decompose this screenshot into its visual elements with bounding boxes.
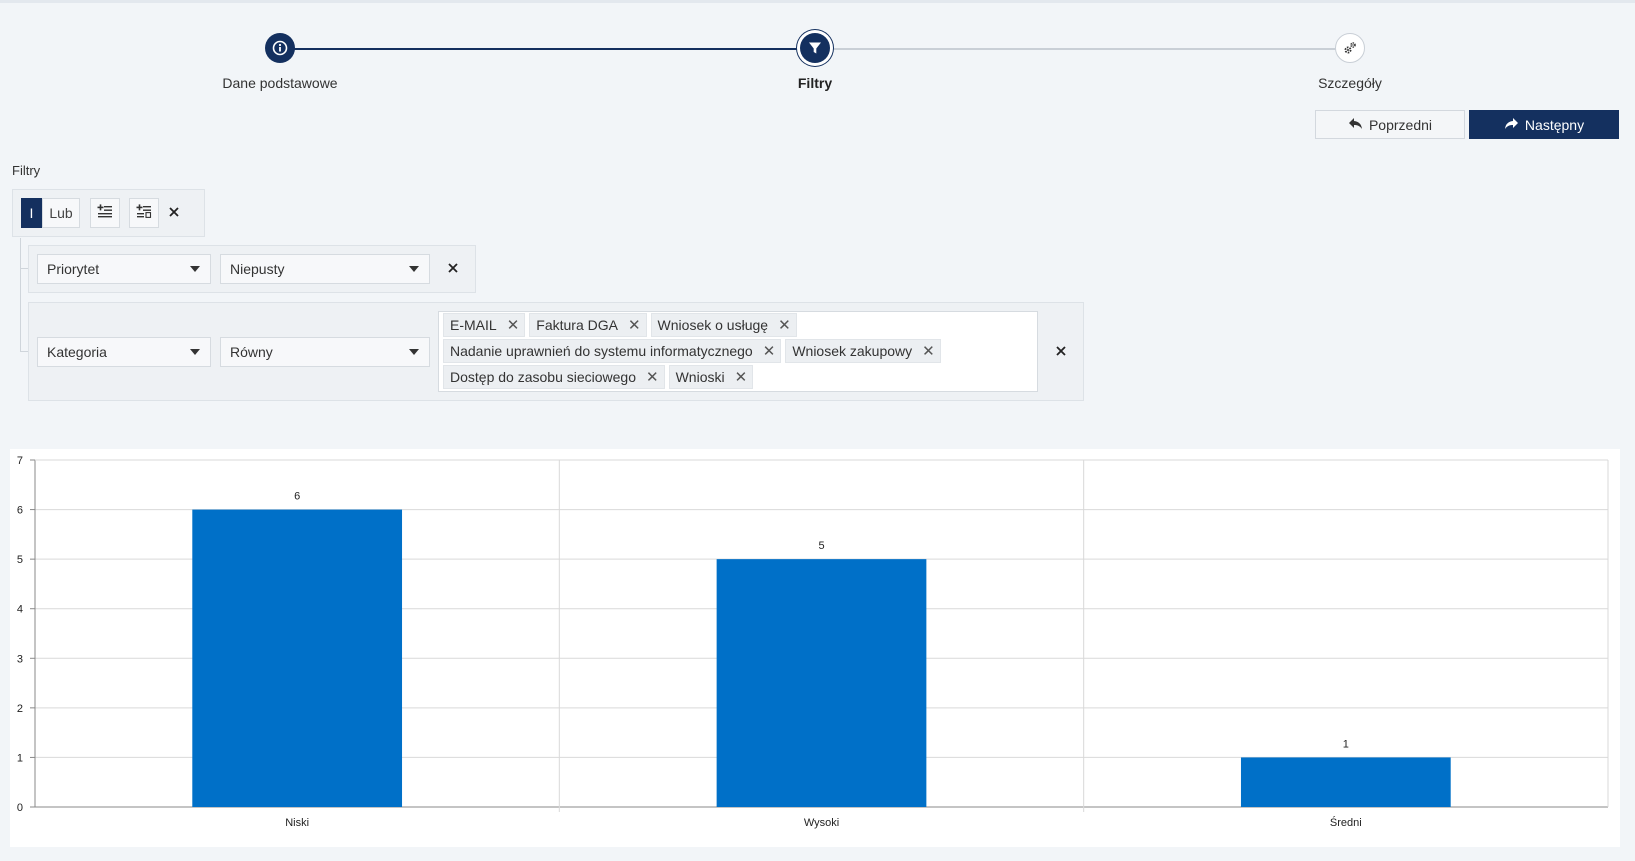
value-tag: E-MAIL ✕ <box>443 313 526 337</box>
y-tick-label: 5 <box>17 554 23 566</box>
bar-data-label: 1 <box>1343 738 1349 750</box>
value-tag-label: Wniosek zakupowy <box>792 343 913 359</box>
step-label: Szczegóły <box>1318 75 1382 91</box>
add-group-icon <box>136 203 152 223</box>
filter-rule-priorytet: Priorytet Niepusty <box>28 245 476 293</box>
filters-section-title: Filtry <box>12 163 41 178</box>
filter-group-toolbar: I Lub <box>12 189 205 237</box>
add-group-button[interactable] <box>129 198 159 228</box>
share-arrow-icon <box>1504 117 1519 133</box>
step-label: Filtry <box>797 75 833 91</box>
delete-group-button[interactable] <box>164 203 184 223</box>
filter-rule-kategoria: Kategoria Równy E-MAIL ✕ Faktura DGA ✕ Wnios… <box>28 302 1084 401</box>
rule-value-multiselect[interactable]: E-MAIL ✕ Faktura DGA ✕ Wniosek o usługę ✕ Nada… <box>438 311 1038 392</box>
delete-rule-button[interactable] <box>443 259 463 279</box>
bar-data-label: 5 <box>818 540 824 552</box>
caret-down-icon <box>190 266 200 272</box>
x-tick-label: Wysoki <box>804 817 839 829</box>
close-icon <box>169 204 179 222</box>
bar-wysoki <box>716 559 927 807</box>
next-button[interactable]: Następny <box>1469 110 1619 139</box>
value-tag-label: Dostęp do zasobu sieciowego <box>450 369 637 385</box>
remove-tag-icon[interactable]: ✕ <box>646 370 659 385</box>
selected-field: Priorytet <box>47 261 100 277</box>
previous-button[interactable]: Poprzedni <box>1315 110 1465 139</box>
and-toggle-button[interactable]: I <box>21 198 42 228</box>
or-toggle-button[interactable]: Lub <box>42 198 80 228</box>
delete-rule-button[interactable] <box>1051 342 1071 362</box>
value-tag-label: Nadanie uprawnień do systemu informatycz… <box>450 343 753 359</box>
close-icon <box>448 260 458 278</box>
step-dane-podstawowe[interactable]: Dane podstawowe <box>160 33 400 91</box>
step-label: Dane podstawowe <box>222 75 338 91</box>
remove-tag-icon[interactable]: ✕ <box>628 318 641 333</box>
value-tag-label: E-MAIL <box>450 317 497 333</box>
caret-down-icon <box>409 349 419 355</box>
y-tick-label: 0 <box>17 802 23 814</box>
value-tag: Wnioski ✕ <box>668 365 754 389</box>
y-tick-label: 7 <box>17 455 23 467</box>
step-szczegoly[interactable]: Szczegóły <box>1230 33 1470 91</box>
y-tick-label: 3 <box>17 653 23 665</box>
value-tag: Nadanie uprawnień do systemu informatycz… <box>443 339 782 363</box>
filter-tree-branch <box>20 351 28 352</box>
add-rule-button[interactable] <box>90 198 120 228</box>
remove-tag-icon[interactable]: ✕ <box>778 318 791 333</box>
x-tick-label: Niski <box>285 817 309 829</box>
rule-operator-select[interactable]: Niepusty <box>220 254 430 284</box>
filter-tree-line <box>20 238 21 352</box>
value-tag-label: Wnioski <box>675 369 725 385</box>
value-tag-label: Wniosek o usługę <box>657 317 769 333</box>
next-button-label: Następny <box>1524 116 1585 133</box>
bar-niski <box>192 509 403 807</box>
remove-tag-icon[interactable]: ✕ <box>763 344 776 359</box>
y-tick-label: 2 <box>17 703 23 715</box>
selected-field: Kategoria <box>47 344 107 360</box>
close-icon <box>1056 343 1066 361</box>
y-tick-label: 1 <box>17 752 23 764</box>
bar-chart-panel: 0 1 2 3 4 5 6 7 6 Niski 5 Wysoki 1 Średni <box>10 449 1620 847</box>
remove-tag-icon[interactable]: ✕ <box>507 318 520 333</box>
selected-operator: Niepusty <box>230 261 285 277</box>
gears-icon <box>1335 33 1365 63</box>
caret-down-icon <box>190 349 200 355</box>
info-icon <box>265 33 295 63</box>
previous-button-label: Poprzedni <box>1368 116 1433 133</box>
rule-field-select[interactable]: Kategoria <box>37 337 211 367</box>
x-tick-label: Średni <box>1330 816 1362 829</box>
remove-tag-icon[interactable]: ✕ <box>735 370 748 385</box>
y-tick-label: 6 <box>17 505 23 517</box>
bar-data-label: 6 <box>294 491 300 503</box>
bar-chart: 0 1 2 3 4 5 6 7 6 Niski 5 Wysoki 1 Średni <box>17 455 1609 829</box>
caret-down-icon <box>409 266 419 272</box>
filter-tree-branch <box>20 268 28 269</box>
reply-arrow-icon <box>1348 117 1363 133</box>
value-tag-label: Faktura DGA <box>536 317 618 333</box>
remove-tag-icon[interactable]: ✕ <box>922 344 935 359</box>
rule-field-select[interactable]: Priorytet <box>37 254 211 284</box>
top-border <box>0 0 1635 3</box>
step-filtry[interactable]: Filtry <box>695 33 935 91</box>
value-tag: Wniosek zakupowy ✕ <box>785 339 941 363</box>
add-rule-icon <box>97 203 113 223</box>
value-tag: Wniosek o usługę ✕ <box>650 313 797 337</box>
value-tag: Faktura DGA ✕ <box>529 313 647 337</box>
rule-operator-select[interactable]: Równy <box>220 337 430 367</box>
selected-operator: Równy <box>230 344 273 360</box>
value-tag: Dostęp do zasobu sieciowego ✕ <box>443 365 665 389</box>
y-tick-label: 4 <box>17 604 23 616</box>
bar-średni <box>1240 757 1451 807</box>
filter-icon <box>800 33 830 63</box>
wizard-stepper: Dane podstawowe Filtry Szczegóły <box>0 28 1635 98</box>
